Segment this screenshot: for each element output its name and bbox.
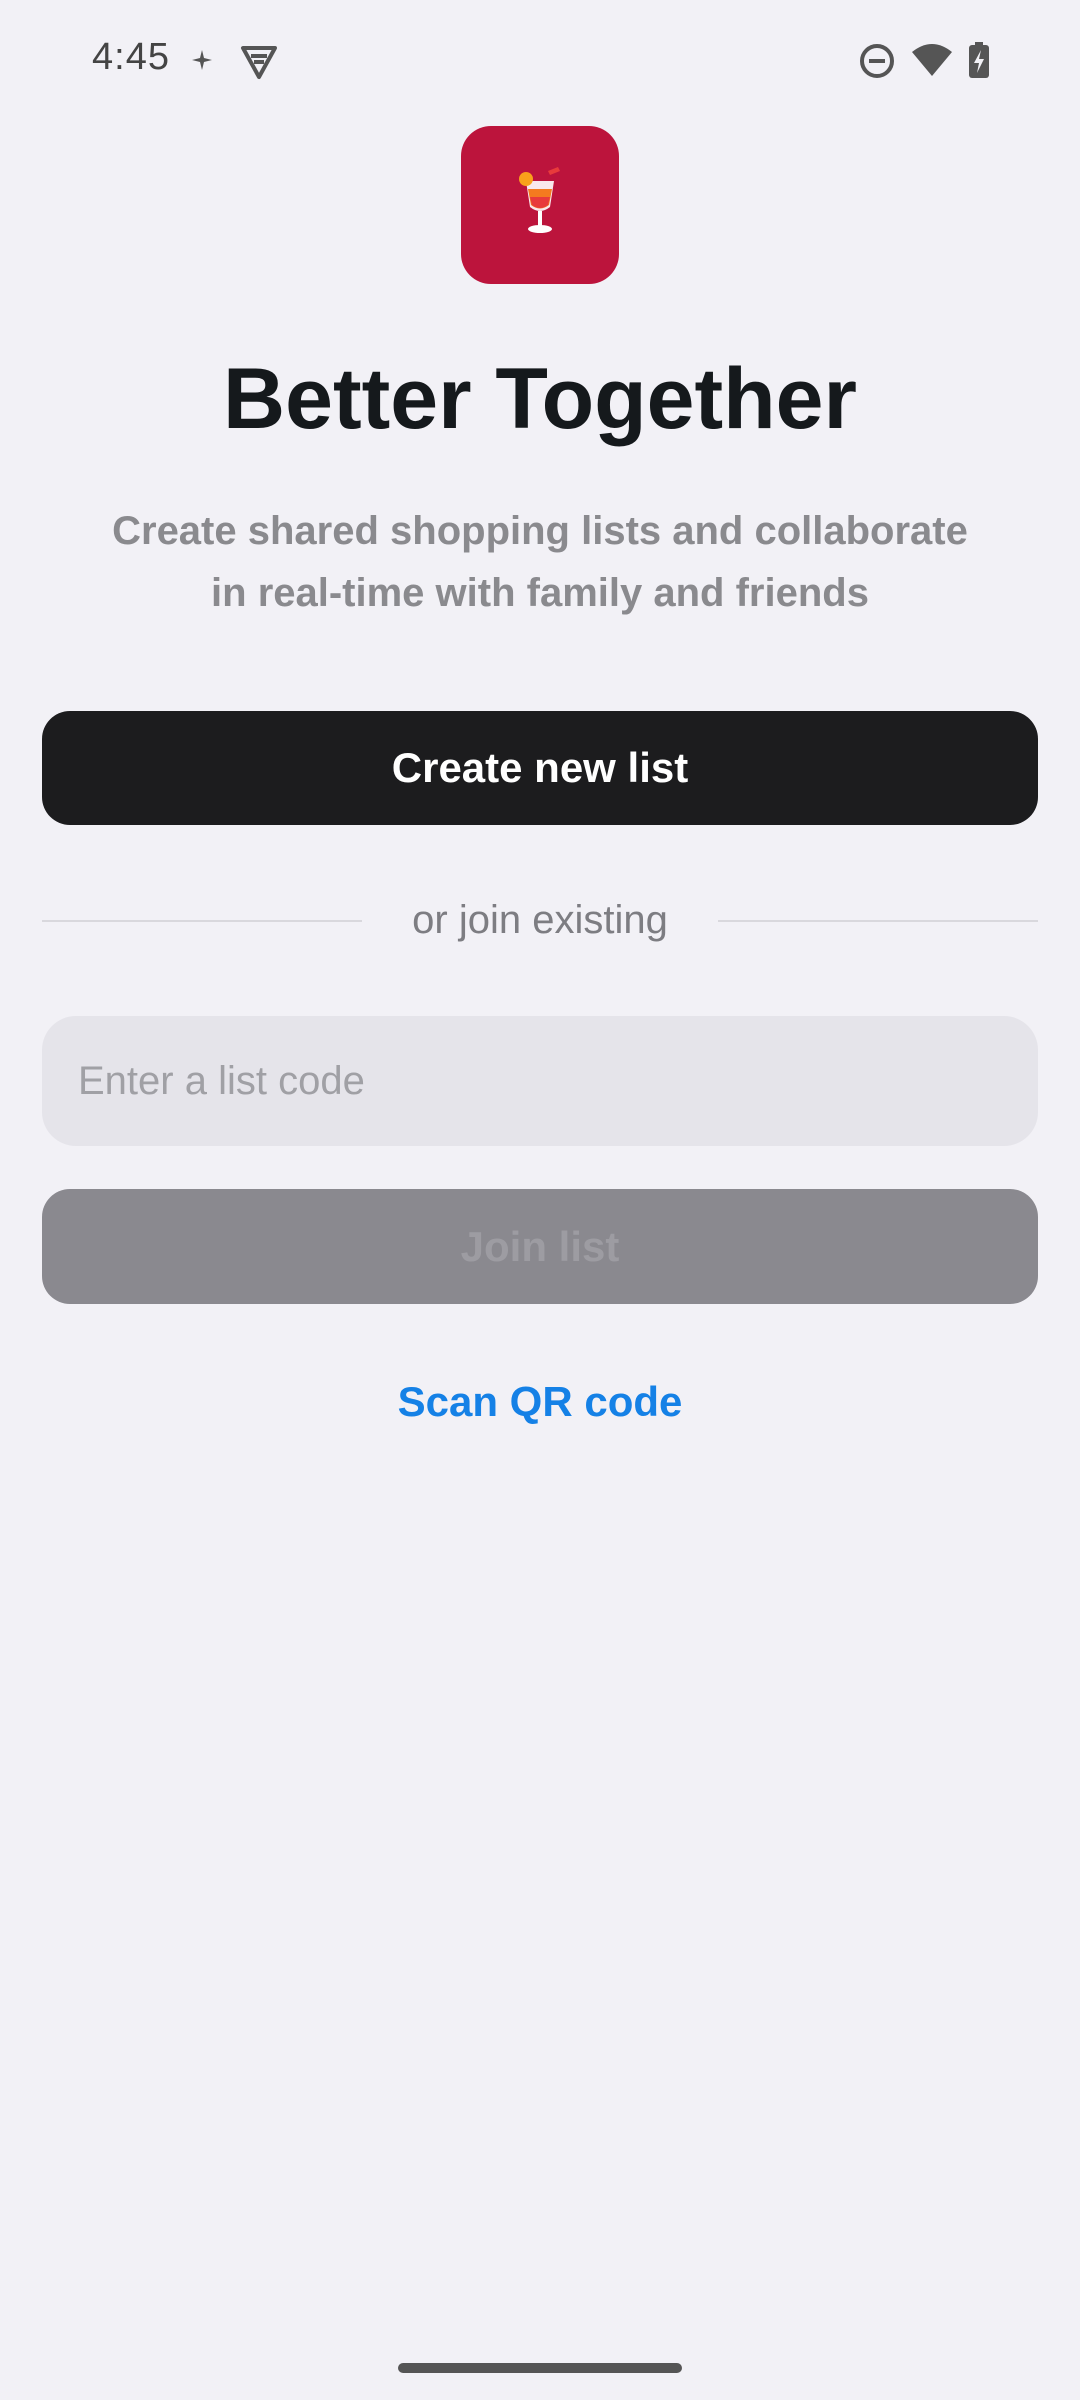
battery-charging-icon — [968, 42, 990, 83]
list-code-input[interactable] — [42, 1016, 1038, 1146]
subtitle-line: Create shared shopping lists and collabo… — [112, 509, 968, 553]
home-indicator[interactable] — [398, 2363, 682, 2373]
scan-qr-link[interactable]: Scan QR code — [0, 1378, 1080, 1426]
status-time: 4:45 — [92, 36, 170, 78]
app-logo — [461, 126, 619, 284]
do-not-disturb-icon — [859, 43, 895, 84]
page-subtitle: Create shared shopping lists and collabo… — [90, 500, 990, 624]
wifi-icon — [912, 42, 952, 81]
page-title: Better Together — [223, 351, 857, 447]
subtitle-line: in real-time with family and friends — [211, 571, 869, 615]
status-bar: 4:45 — [0, 0, 1080, 120]
sparkle-icon — [192, 50, 212, 75]
join-list-button[interactable]: Join list — [42, 1189, 1038, 1304]
divider-right — [718, 920, 1038, 922]
vpn-shield-icon — [240, 44, 278, 85]
create-list-button[interactable]: Create new list — [42, 711, 1038, 825]
tropical-drink-icon — [512, 166, 568, 244]
